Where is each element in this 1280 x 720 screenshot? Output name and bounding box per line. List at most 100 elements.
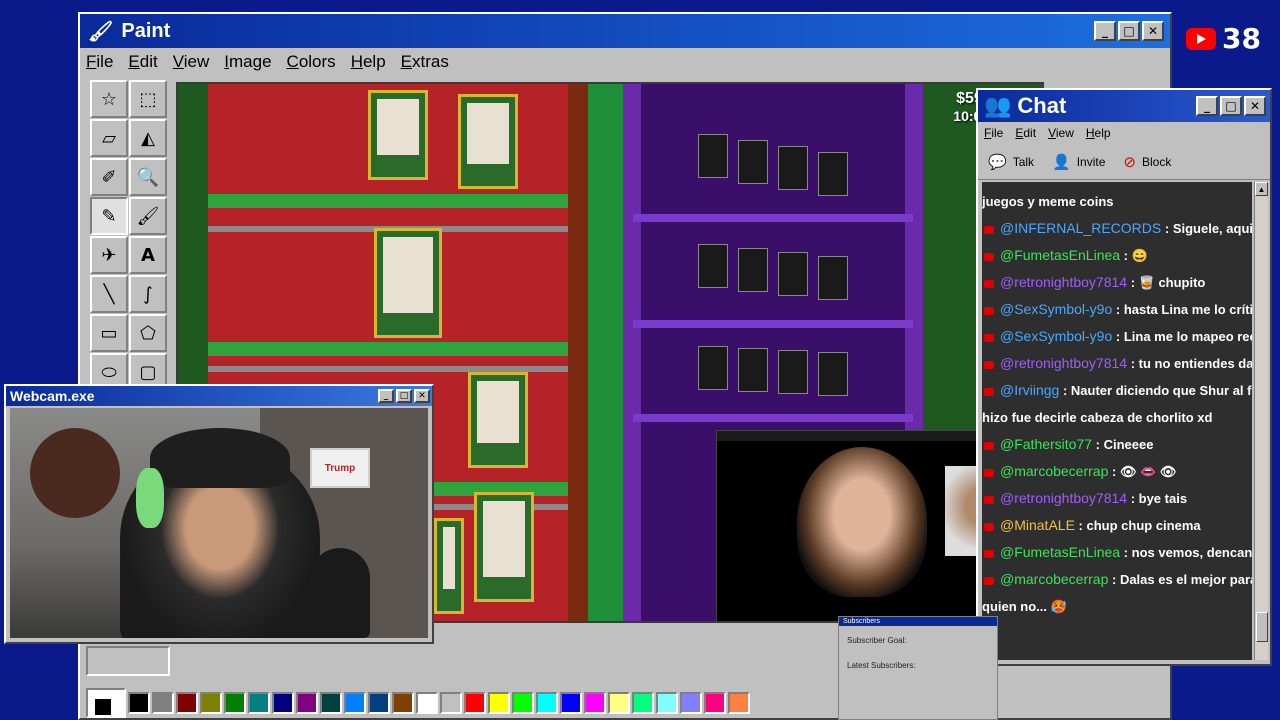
magnifier-icon[interactable]: 🔍: [129, 158, 167, 196]
rect-select-icon[interactable]: ⬚: [129, 80, 167, 118]
palette-swatch[interactable]: [296, 692, 318, 714]
chat-username[interactable]: @marcobecerrap: [1000, 463, 1108, 479]
palette-swatch[interactable]: [488, 692, 510, 714]
palette-swatch[interactable]: [152, 692, 174, 714]
palette-swatch[interactable]: [224, 692, 246, 714]
chat-username[interactable]: @INFERNAL_RECORDS: [1000, 220, 1161, 236]
mini-card[interactable]: [818, 352, 848, 396]
mini-card[interactable]: [818, 152, 848, 196]
talk-button[interactable]: 💬 Talk: [988, 153, 1034, 171]
chat-menu-edit[interactable]: Edit: [1015, 126, 1036, 140]
palette-swatch[interactable]: [608, 692, 630, 714]
menu-image[interactable]: Image: [224, 52, 271, 72]
mini-card[interactable]: [738, 140, 768, 184]
menu-extras[interactable]: Extras: [401, 52, 449, 72]
trading-card[interactable]: [468, 372, 528, 468]
trading-card[interactable]: [368, 90, 428, 180]
current-color[interactable]: [86, 688, 126, 718]
block-button[interactable]: ⊘ Block: [1123, 153, 1171, 171]
brush-icon[interactable]: 🖌: [129, 197, 167, 235]
minimize-button[interactable]: _: [378, 389, 394, 403]
webcam-titlebar[interactable]: Webcam.exe _ □ ✕: [6, 386, 432, 406]
trading-card[interactable]: [374, 228, 442, 338]
polygon-icon[interactable]: ⬠: [129, 314, 167, 352]
color-picker-icon[interactable]: ✐: [90, 158, 128, 196]
trading-card[interactable]: [458, 94, 518, 189]
palette-swatch[interactable]: [632, 692, 654, 714]
palette-swatch[interactable]: [200, 692, 222, 714]
palette-swatch[interactable]: [584, 692, 606, 714]
mini-card[interactable]: [738, 248, 768, 292]
palette-swatch[interactable]: [176, 692, 198, 714]
maximize-button[interactable]: □: [1118, 21, 1140, 41]
palette-swatch[interactable]: [656, 692, 678, 714]
chat-menu-help[interactable]: Help: [1086, 126, 1111, 140]
mini-card[interactable]: [778, 350, 808, 394]
chat-username[interactable]: @retronightboy7814: [1000, 490, 1127, 506]
palette-swatch[interactable]: [272, 692, 294, 714]
scroll-thumb[interactable]: [1256, 612, 1268, 642]
minimize-button[interactable]: _: [1094, 21, 1116, 41]
mini-card[interactable]: [698, 244, 728, 288]
menu-help[interactable]: Help: [351, 52, 386, 72]
trading-card[interactable]: [434, 518, 464, 614]
chat-username[interactable]: @Fathersito77: [1000, 436, 1092, 452]
chat-username[interactable]: @FumetasEnLinea: [1000, 247, 1120, 263]
menu-edit[interactable]: Edit: [128, 52, 157, 72]
invite-button[interactable]: 👤 Invite: [1052, 153, 1105, 171]
line-icon[interactable]: ╲: [90, 275, 128, 313]
curve-icon[interactable]: ∫: [129, 275, 167, 313]
chat-username[interactable]: @marcobecerrap: [1000, 571, 1108, 587]
free-select-icon[interactable]: ☆: [90, 80, 128, 118]
airbrush-icon[interactable]: ✈: [90, 236, 128, 274]
palette-swatch[interactable]: [416, 692, 438, 714]
chat-scrollbar[interactable]: ▲: [1254, 182, 1268, 660]
scroll-up-icon[interactable]: ▲: [1255, 182, 1268, 196]
palette-swatch[interactable]: [344, 692, 366, 714]
palette-swatch[interactable]: [320, 692, 342, 714]
palette-swatch[interactable]: [512, 692, 534, 714]
paint-titlebar[interactable]: 🖌 Paint _ □ ✕: [80, 14, 1170, 48]
maximize-button[interactable]: □: [1220, 96, 1242, 116]
chat-username[interactable]: @SexSymbol-y9o: [1000, 301, 1112, 317]
fill-icon[interactable]: ◭: [129, 119, 167, 157]
close-button[interactable]: ✕: [414, 389, 430, 403]
mini-card[interactable]: [818, 256, 848, 300]
close-button[interactable]: ✕: [1142, 21, 1164, 41]
palette-swatch[interactable]: [560, 692, 582, 714]
minimize-button[interactable]: _: [1196, 96, 1218, 116]
menu-colors[interactable]: Colors: [287, 52, 336, 72]
text-icon[interactable]: A: [129, 236, 167, 274]
palette-swatch[interactable]: [536, 692, 558, 714]
palette-swatch[interactable]: [368, 692, 390, 714]
palette-swatch[interactable]: [248, 692, 270, 714]
mini-card[interactable]: [778, 252, 808, 296]
close-button[interactable]: ✕: [1244, 96, 1266, 116]
palette-swatch[interactable]: [728, 692, 750, 714]
menu-file[interactable]: File: [86, 52, 113, 72]
chat-username[interactable]: @retronightboy7814: [1000, 274, 1127, 290]
rectangle-icon[interactable]: ▭: [90, 314, 128, 352]
palette-swatch[interactable]: [128, 692, 150, 714]
chat-username[interactable]: @FumetasEnLinea: [1000, 544, 1120, 560]
palette-swatch[interactable]: [680, 692, 702, 714]
menu-view[interactable]: View: [173, 52, 210, 72]
palette-swatch[interactable]: [704, 692, 726, 714]
palette-swatch[interactable]: [440, 692, 462, 714]
palette-swatch[interactable]: [392, 692, 414, 714]
maximize-button[interactable]: □: [396, 389, 412, 403]
chat-menu-file[interactable]: File: [984, 126, 1003, 140]
chat-username[interactable]: @MinatALE: [1000, 517, 1075, 533]
mini-card[interactable]: [698, 134, 728, 178]
mini-card[interactable]: [698, 346, 728, 390]
chat-messages[interactable]: juegos y meme coins @INFERNAL_RECORDS : …: [982, 182, 1252, 660]
palette-swatch[interactable]: [464, 692, 486, 714]
chat-menu-view[interactable]: View: [1048, 126, 1074, 140]
pencil-icon[interactable]: ✎: [90, 197, 128, 235]
trading-card[interactable]: [474, 492, 534, 602]
mini-card[interactable]: [738, 348, 768, 392]
chat-titlebar[interactable]: 👥 Chat _ □ ✕: [978, 90, 1270, 122]
eraser-icon[interactable]: ▱: [90, 119, 128, 157]
chat-username[interactable]: @Irviingg: [1000, 382, 1059, 398]
mini-card[interactable]: [778, 146, 808, 190]
